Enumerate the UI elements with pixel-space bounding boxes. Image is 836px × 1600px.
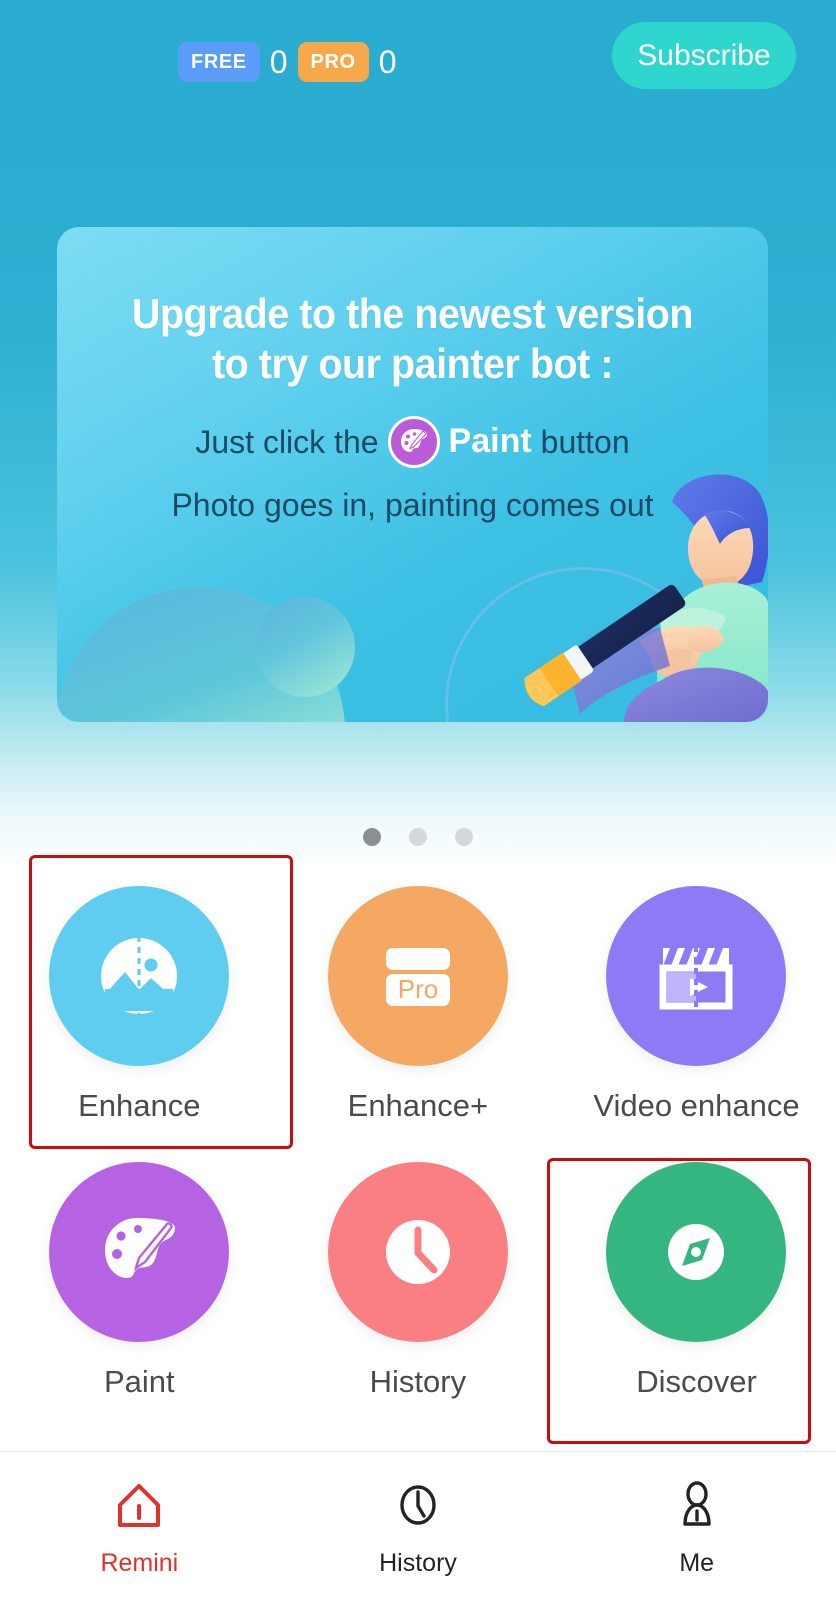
banner-subline-2: Photo goes in, painting comes out [171,487,654,524]
banner-subline-1: Just click the Paint button [57,416,768,469]
feature-discover[interactable]: Discover [557,1138,836,1414]
compass-icon [606,1162,787,1342]
pro-credits-chip[interactable]: PRO [297,42,369,82]
carousel-dot-3[interactable] [455,828,473,846]
subscribe-button[interactable]: Subscribe [612,22,796,89]
feature-label: Video enhance [593,1088,800,1123]
feature-row-2: Paint History Discover [0,1138,836,1414]
feature-paint[interactable]: Paint [0,1138,279,1414]
nav-label: Remini [100,1549,179,1577]
decor-sphere-small [255,597,355,697]
feature-label: Paint [103,1364,175,1399]
home-icon [113,1480,165,1537]
banner-paint-word: Paint [448,422,532,461]
credit-counters: FREE 0 PRO 0 [178,42,396,82]
nav-item-remini[interactable]: Remini [0,1452,279,1600]
app-screen: FREE 0 PRO 0 Subscribe Upgrade to the ne… [0,0,836,1600]
feature-label: Enhance [78,1088,201,1123]
banner-headline: Upgrade to the newest version to try our… [78,289,746,388]
carousel-dots[interactable] [0,828,836,846]
carousel-dot-2[interactable] [409,828,427,846]
feature-history[interactable]: History [279,1138,558,1414]
nav-item-history[interactable]: History [279,1452,558,1600]
palette-brush-icon [49,1162,230,1342]
clapperboard-play-icon [606,886,787,1066]
free-credits-chip[interactable]: FREE [178,42,260,82]
feature-row-1: Enhance Pro Enhance+ Video enhance [0,862,836,1138]
pro-card-icon: Pro [327,886,508,1066]
feature-video-enhance[interactable]: Video enhance [557,862,836,1138]
palette-icon [387,416,440,469]
banner-copy: Upgrade to the newest version to try our… [57,227,768,523]
carousel-dot-1[interactable] [363,828,381,846]
clock-icon [392,1480,444,1537]
pro-card-text: Pro [398,974,438,1004]
feature-label: Enhance+ [347,1088,489,1123]
feature-enhance-plus[interactable]: Pro Enhance+ [279,862,558,1138]
banner-sub-suffix: button [540,423,630,460]
banner-headline-line1: Upgrade to the newest version [131,290,694,337]
nav-item-me[interactable]: Me [557,1452,836,1600]
promo-banner-card[interactable]: Upgrade to the newest version to try our… [57,227,768,722]
pro-credits-count: 0 [378,44,397,80]
person-icon [671,1480,723,1537]
feature-grid: Enhance Pro Enhance+ Video enhance Paint… [0,862,836,1414]
feature-label: History [369,1364,467,1399]
nav-label: History [379,1549,457,1577]
clock-icon [327,1162,508,1342]
free-credits-count: 0 [269,44,288,80]
nav-label: Me [679,1549,715,1577]
banner-headline-line2: to try our painter bot : [211,339,614,387]
image-compare-icon [49,886,230,1066]
banner-sub-prefix: Just click the [195,423,379,460]
bottom-navigation: Remini History Me [0,1451,836,1600]
top-bar: FREE 0 PRO 0 Subscribe [0,0,836,110]
feature-enhance[interactable]: Enhance [0,862,279,1138]
feature-label: Discover [636,1364,757,1399]
